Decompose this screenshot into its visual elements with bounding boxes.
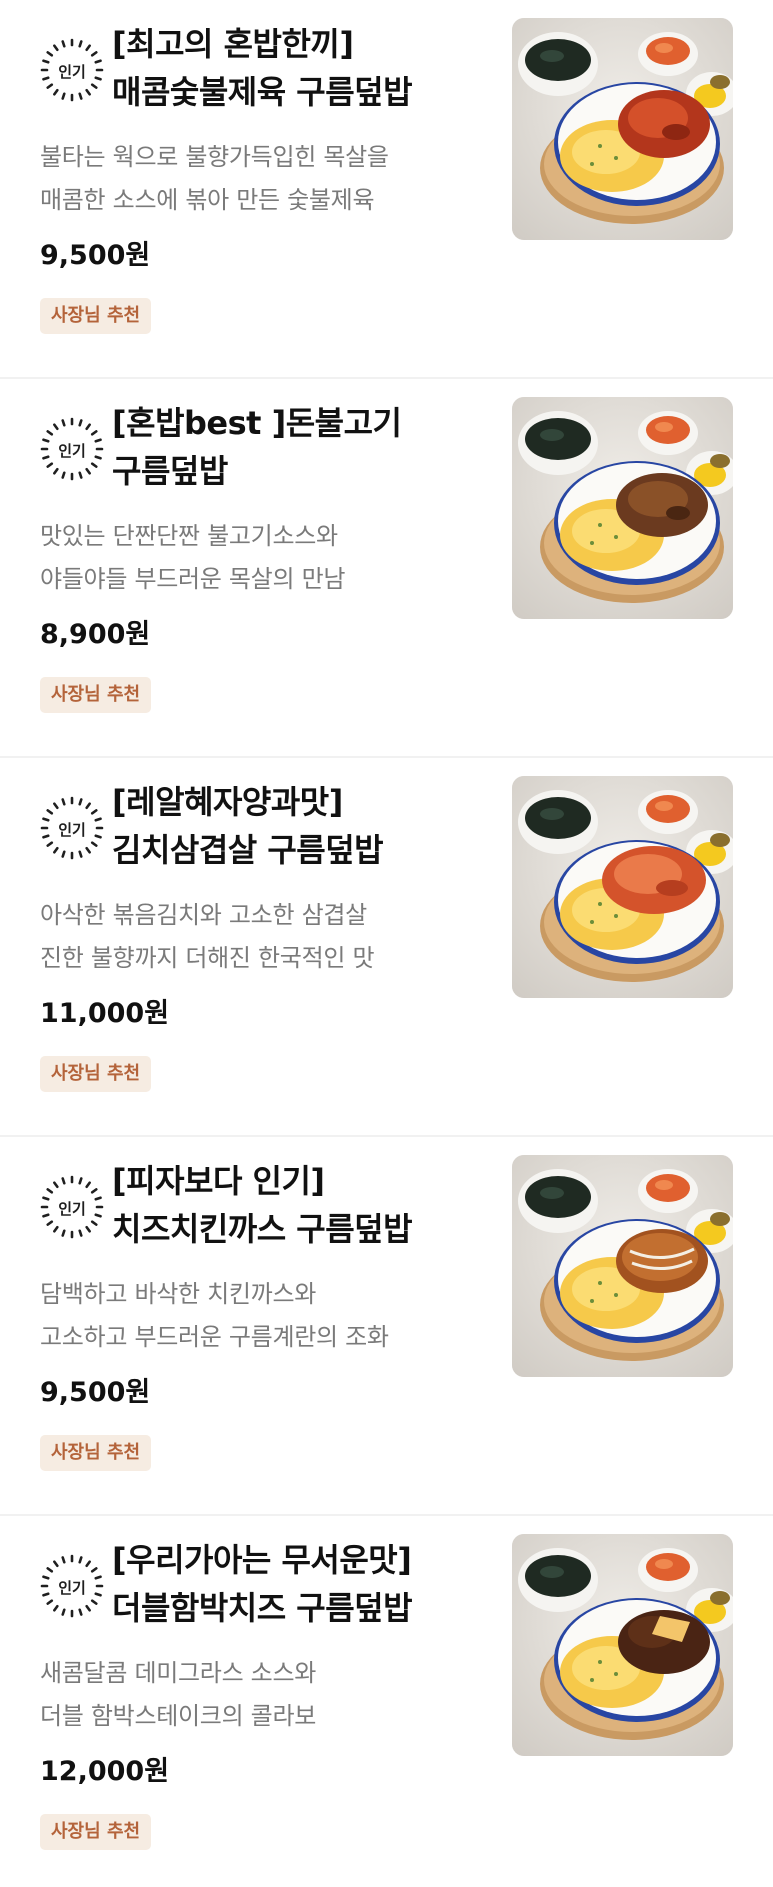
owner-recommend-tag: 사장님 추천	[40, 1056, 152, 1092]
menu-item-title: [피자보다 인기] 치즈치킨까스 구름덮밥	[112, 1157, 492, 1253]
menu-item-description-line1: 불타는 웍으로 불향가득입힌 목살을	[40, 143, 389, 171]
menu-item-description-line1: 새콤달콤 데미그라스 소스와	[40, 1659, 317, 1687]
menu-item-description-line1: 담백하고 바삭한 치킨까스와	[40, 1280, 317, 1308]
owner-recommend-tag: 사장님 추천	[40, 298, 152, 334]
menu-item-description-line1: 아삭한 볶음김치와 고소한 삼겹살	[40, 901, 367, 929]
menu-item-description-line2: 고소하고 부드러운 구름계란의 조화	[40, 1323, 389, 1351]
menu-item-description: 새콤달콤 데미그라스 소스와더블 함박스테이크의 콜라보	[40, 1652, 480, 1738]
owner-recommend-tag: 사장님 추천	[40, 1814, 152, 1850]
menu-item-price: 12,000원	[40, 1756, 170, 1787]
owner-recommend-tag: 사장님 추천	[40, 677, 152, 713]
popular-badge-icon: 인기	[40, 1554, 104, 1618]
menu-item-title: [최고의 혼밥한끼] 매콤숯불제육 구름덮밥	[112, 20, 492, 116]
popular-badge-label: 인기	[58, 442, 86, 460]
popular-badge-label: 인기	[58, 1200, 86, 1218]
menu-item-price: 9,500원	[40, 240, 151, 271]
menu-item-description-line2: 더블 함박스테이크의 콜라보	[40, 1702, 317, 1730]
popular-badge-label: 인기	[58, 1579, 86, 1597]
menu-list: 인기 [최고의 혼밥한끼] 매콤숯불제육 구름덮밥불타는 웍으로 불향가득입힌 목…	[0, 0, 773, 1887]
popular-badge-label: 인기	[58, 821, 86, 839]
popular-badge-label: 인기	[58, 63, 86, 81]
menu-item-title-line2: 구름덮밥	[112, 452, 228, 490]
menu-item-title-line1: [피자보다 인기]	[112, 1162, 325, 1200]
menu-item-price: 9,500원	[40, 1377, 151, 1408]
menu-item-description: 맛있는 단짠단짠 불고기소스와야들야들 부드러운 목살의 만남	[40, 515, 480, 601]
menu-item-photo[interactable]	[512, 1155, 733, 1377]
popular-badge-icon: 인기	[40, 796, 104, 860]
menu-item-title-line1: [레알혜자양과맛]	[112, 783, 343, 821]
menu-item-title-line2: 김치삼겹살 구름덮밥	[112, 831, 384, 869]
menu-item-description: 담백하고 바삭한 치킨까스와고소하고 부드러운 구름계란의 조화	[40, 1273, 480, 1359]
menu-item-photo[interactable]	[512, 397, 733, 619]
owner-recommend-tag: 사장님 추천	[40, 1435, 152, 1471]
menu-item-photo[interactable]	[512, 1534, 733, 1756]
menu-item-photo[interactable]	[512, 18, 733, 240]
menu-item-price: 11,000원	[40, 998, 170, 1029]
menu-item-title-line1: [우리가아는 무서운맛]	[112, 1541, 412, 1579]
popular-badge-icon: 인기	[40, 1175, 104, 1239]
menu-item-title: [레알혜자양과맛] 김치삼겹살 구름덮밥	[112, 778, 492, 874]
menu-item-price: 8,900원	[40, 619, 151, 650]
menu-item-title-line2: 치즈치킨까스 구름덮밥	[112, 1210, 413, 1248]
menu-item-title: [우리가아는 무서운맛] 더블함박치즈 구름덮밥	[112, 1536, 492, 1632]
menu-item-title-line2: 매콤숯불제육 구름덮밥	[112, 73, 413, 111]
menu-item-description: 불타는 웍으로 불향가득입힌 목살을매콤한 소스에 볶아 만든 숯불제육	[40, 136, 480, 222]
menu-item-description-line1: 맛있는 단짠단짠 불고기소스와	[40, 522, 338, 550]
menu-item[interactable]: 인기 [혼밥best ]돈불고기구름덮밥맛있는 단짠단짠 불고기소스와야들야들 …	[0, 379, 773, 758]
menu-item-title-line1: [혼밥best ]돈불고기	[112, 404, 402, 442]
menu-item[interactable]: 인기 [우리가아는 무서운맛] 더블함박치즈 구름덮밥새콤달콤 데미그라스 소스와…	[0, 1516, 773, 1887]
menu-item-title-line2: 더블함박치즈 구름덮밥	[112, 1589, 413, 1627]
menu-item-description-line2: 진한 불향까지 더해진 한국적인 맛	[40, 944, 375, 972]
menu-item[interactable]: 인기 [피자보다 인기] 치즈치킨까스 구름덮밥담백하고 바삭한 치킨까스와고소하…	[0, 1137, 773, 1516]
menu-item[interactable]: 인기 [레알혜자양과맛] 김치삼겹살 구름덮밥아삭한 볶음김치와 고소한 삼겹살진…	[0, 758, 773, 1137]
menu-item-description-line2: 매콤한 소스에 볶아 만든 숯불제육	[40, 186, 375, 214]
menu-item-description: 아삭한 볶음김치와 고소한 삼겹살진한 불향까지 더해진 한국적인 맛	[40, 894, 480, 980]
popular-badge-icon: 인기	[40, 38, 104, 102]
menu-item[interactable]: 인기 [최고의 혼밥한끼] 매콤숯불제육 구름덮밥불타는 웍으로 불향가득입힌 목…	[0, 0, 773, 379]
menu-item-photo[interactable]	[512, 776, 733, 998]
menu-item-description-line2: 야들야들 부드러운 목살의 만남	[40, 565, 346, 593]
menu-item-title-line1: [최고의 혼밥한끼]	[112, 25, 354, 63]
menu-item-title: [혼밥best ]돈불고기구름덮밥	[112, 399, 492, 495]
popular-badge-icon: 인기	[40, 417, 104, 481]
